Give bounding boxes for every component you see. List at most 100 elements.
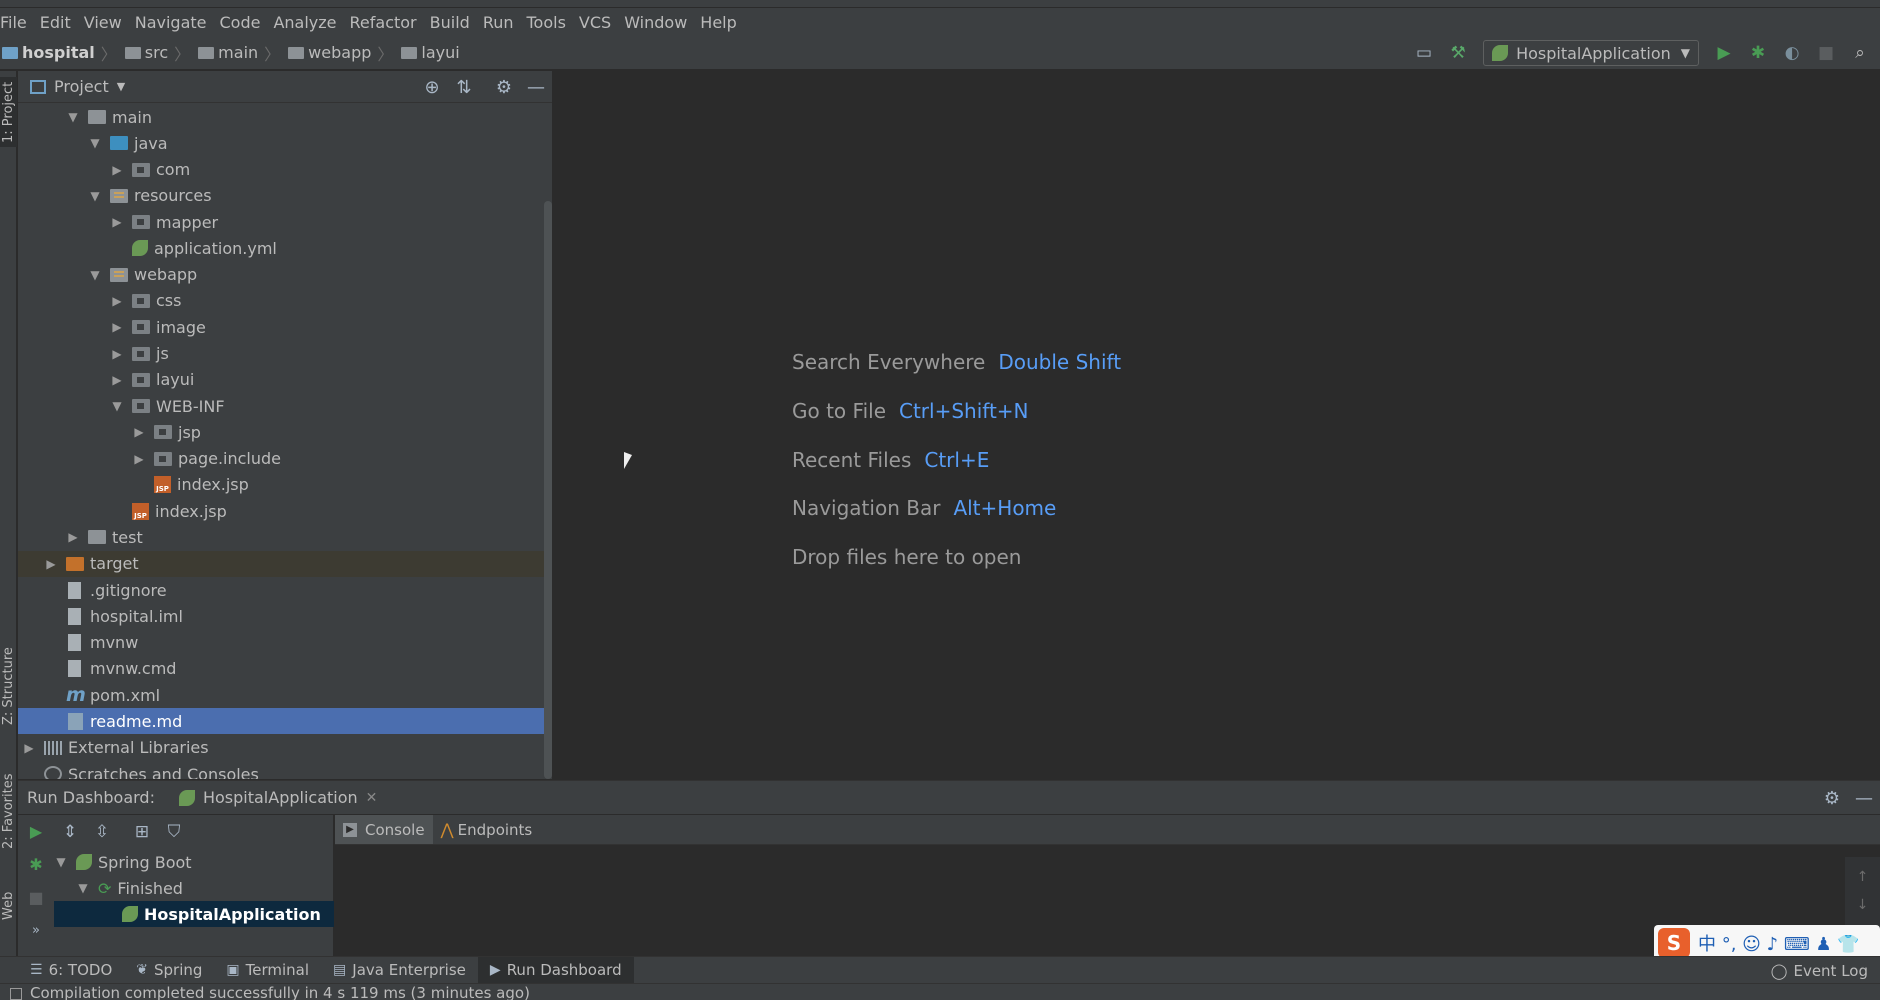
expand-arrow-icon[interactable]: ▶ xyxy=(110,320,124,334)
tree-item[interactable]: .gitignore xyxy=(18,577,552,603)
group-icon[interactable]: ⊞ xyxy=(126,822,158,842)
tree-item[interactable]: ▶ External Libraries xyxy=(18,735,552,761)
tree-item[interactable]: ▶ com xyxy=(18,157,552,183)
locate-icon[interactable]: ⊕ xyxy=(416,77,448,98)
gear-icon[interactable]: ⚙ xyxy=(488,77,520,98)
tab-web[interactable]: Web xyxy=(0,886,17,926)
menu-view[interactable]: View xyxy=(78,13,129,32)
menu-refactor[interactable]: Refactor xyxy=(344,13,424,32)
bottom-tab-java-enterprise[interactable]: ▤ Java Enterprise xyxy=(321,957,478,984)
expand-arrow-icon[interactable]: ▼ xyxy=(88,268,102,282)
tree-item[interactable]: ▶ jsp xyxy=(18,419,552,445)
tab-console[interactable]: ▶ Console xyxy=(335,815,433,844)
event-log-button[interactable]: ◯ Event Log xyxy=(1771,957,1880,984)
tree-item[interactable]: readme.md xyxy=(18,708,552,735)
menu-build[interactable]: Build xyxy=(424,13,477,32)
tab-structure[interactable]: Z: Structure xyxy=(0,641,17,731)
expand-arrow-icon[interactable]: ▼ xyxy=(76,881,90,895)
scroll-down-icon[interactable]: ↓ xyxy=(1857,897,1869,913)
tree-item[interactable]: ▶ mapper xyxy=(18,209,552,235)
tree-item[interactable]: ▶ css xyxy=(18,288,552,314)
tree-item[interactable]: Scratches and Consoles xyxy=(18,761,552,779)
expand-all-icon[interactable]: ⇕ xyxy=(54,822,86,842)
tree-item[interactable]: ▶ layui xyxy=(18,367,552,393)
run-dashboard-tab[interactable]: HospitalApplication ✕ xyxy=(178,788,377,807)
expand-arrow-icon[interactable]: ▶ xyxy=(132,452,146,466)
menu-window[interactable]: Window xyxy=(618,13,694,32)
breadcrumb-item-layui[interactable]: 〉 layui xyxy=(371,41,459,65)
tree-item[interactable]: ▼ WEB-INF xyxy=(18,393,552,419)
run-configuration-select[interactable]: HospitalApplication ▼ xyxy=(1483,40,1699,66)
tree-item[interactable]: JSP index.jsp xyxy=(18,498,552,524)
bottom-tab-6-todo[interactable]: ☰ 6: TODO xyxy=(18,957,124,984)
bottom-tab-spring[interactable]: ❦ Spring xyxy=(124,957,214,984)
minimize-icon[interactable]: — xyxy=(520,77,552,98)
bottom-tab-run-dashboard[interactable]: ▶ Run Dashboard xyxy=(477,956,634,984)
debug-icon[interactable]: ✱ xyxy=(1746,41,1770,65)
menu-analyze[interactable]: Analyze xyxy=(267,13,343,32)
tree-item[interactable]: ▶ target xyxy=(18,550,552,577)
breadcrumb-item-main[interactable]: 〉 main xyxy=(168,41,258,65)
coverage-icon[interactable]: ◐ xyxy=(1780,41,1804,65)
expand-arrow-icon[interactable]: ▶ xyxy=(110,347,124,361)
menu-vcs[interactable]: VCS xyxy=(573,13,618,32)
expand-arrow-icon[interactable]: ▼ xyxy=(66,110,80,124)
tree-item-finished[interactable]: ▼ ⟳ Finished xyxy=(54,875,334,901)
menu-code[interactable]: Code xyxy=(214,13,268,32)
tab-endpoints[interactable]: ⋀ Endpoints xyxy=(433,815,541,844)
tree-item[interactable]: ▼ java xyxy=(18,130,552,156)
breadcrumb-project[interactable]: hospital xyxy=(2,43,95,62)
expand-arrow-icon[interactable]: ▶ xyxy=(66,530,80,544)
expand-arrow-icon[interactable]: ▶ xyxy=(110,294,124,308)
expand-arrow-icon[interactable]: ▶ xyxy=(132,425,146,439)
expand-arrow-icon[interactable]: ▼ xyxy=(110,399,124,413)
gear-icon[interactable]: ⚙ xyxy=(1816,788,1848,809)
tree-item[interactable]: m pom.xml xyxy=(18,682,552,708)
tree-item[interactable]: application.yml xyxy=(18,235,552,261)
project-view-selector[interactable]: Project ▼ xyxy=(30,77,125,96)
expand-arrow-icon[interactable]: ▼ xyxy=(54,855,68,869)
tree-item-hospital-application[interactable]: HospitalApplication xyxy=(54,901,334,927)
menu-navigate[interactable]: Navigate xyxy=(129,13,214,32)
tree-item[interactable]: ▼ webapp xyxy=(18,262,552,288)
minimize-icon[interactable]: — xyxy=(1848,788,1880,809)
breadcrumb-item-src[interactable]: 〉 src xyxy=(95,41,168,65)
tree-item[interactable]: hospital.iml xyxy=(18,603,552,629)
menu-tools[interactable]: Tools xyxy=(521,13,573,32)
tree-item[interactable]: ▶ page.include xyxy=(18,446,552,472)
expand-arrow-icon[interactable]: ▼ xyxy=(88,189,102,203)
stop-icon[interactable]: ■ xyxy=(1814,41,1838,65)
search-icon[interactable]: ⌕ xyxy=(1848,41,1872,65)
breadcrumb-item-webapp[interactable]: 〉 webapp xyxy=(258,41,371,65)
expand-arrow-icon[interactable]: ▶ xyxy=(22,741,36,755)
expand-arrow-icon[interactable]: ▶ xyxy=(110,373,124,387)
build-hammer-icon[interactable]: ⚒ xyxy=(1446,41,1470,65)
debug-icon[interactable]: ✱ xyxy=(29,848,42,881)
more-icon[interactable]: » xyxy=(32,914,40,947)
expand-arrow-icon[interactable]: ▶ xyxy=(44,557,58,571)
run-anything-icon[interactable]: ▭ xyxy=(1412,41,1436,65)
editor-area[interactable]: Search Everywhere Double Shift Go to File C… xyxy=(553,71,1880,779)
collapse-all-icon[interactable]: ⇳ xyxy=(86,822,118,842)
tree-item[interactable]: ▼ resources xyxy=(18,183,552,209)
tree-item[interactable]: ▶ test xyxy=(18,524,552,550)
menu-run[interactable]: Run xyxy=(477,13,521,32)
status-toggle-icon[interactable] xyxy=(10,988,22,1000)
collapse-all-icon[interactable]: ⇅ xyxy=(448,77,480,98)
tree-item[interactable]: JSP index.jsp xyxy=(18,472,552,498)
filter-icon[interactable]: ⛉ xyxy=(158,822,190,842)
menu-edit[interactable]: Edit xyxy=(34,13,78,32)
stop-icon[interactable]: ■ xyxy=(28,881,43,914)
tree-item[interactable]: ▶ js xyxy=(18,341,552,367)
tree-item[interactable]: mvnw xyxy=(18,630,552,656)
tree-item[interactable]: ▼ main xyxy=(18,104,552,130)
tab-project[interactable]: 1: Project xyxy=(0,77,17,147)
expand-arrow-icon[interactable]: ▶ xyxy=(110,215,124,229)
tree-item[interactable]: ▶ image xyxy=(18,314,552,340)
scroll-up-icon[interactable]: ↑ xyxy=(1857,869,1869,885)
run-icon[interactable]: ▶ xyxy=(1712,41,1736,65)
tree-item[interactable]: mvnw.cmd xyxy=(18,656,552,682)
menu-help[interactable]: Help xyxy=(694,13,743,32)
tree-item-spring-boot[interactable]: ▼ Spring Boot xyxy=(54,849,334,875)
project-scrollbar[interactable] xyxy=(544,201,552,779)
